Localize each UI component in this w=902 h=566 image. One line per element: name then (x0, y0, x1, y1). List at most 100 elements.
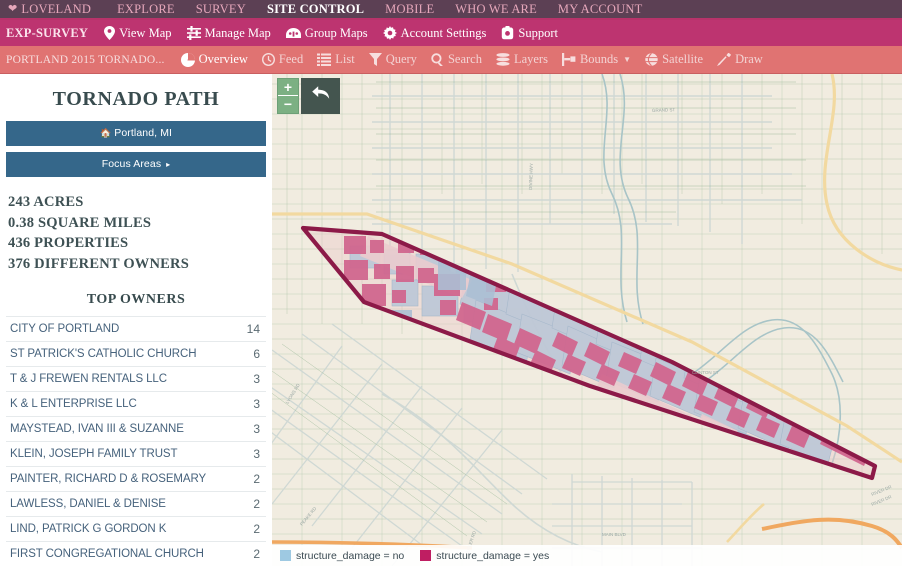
owner-row[interactable]: MAYSTEAD, IVAN III & SUZANNE 3 (6, 416, 266, 441)
tool-draw[interactable]: Draw (717, 52, 763, 67)
tool-satellite[interactable]: Satellite (645, 52, 703, 67)
subnav-item-support[interactable]: Support (501, 26, 558, 41)
nav-brand-label: LOVELAND (21, 1, 92, 16)
nav-item-site-control[interactable]: SITE CONTROL (267, 2, 364, 17)
tool-feed[interactable]: Feed (261, 52, 304, 67)
tool-bounds[interactable]: Bounds ▼ (561, 52, 632, 67)
tool-label: List (335, 52, 355, 66)
nav-item-my-account[interactable]: MY ACCOUNT (558, 2, 643, 17)
undo-arrow-icon (311, 85, 331, 107)
owner-row[interactable]: PAINTER, RICHARD D & ROSEMARY 2 (6, 466, 266, 491)
globe-icon (645, 53, 658, 66)
subnav-item-group-maps[interactable]: Group Maps (285, 26, 368, 41)
legend-label: structure_damage = no (296, 549, 405, 562)
zoom-out-button[interactable]: − (278, 96, 298, 113)
main-content: TORNADO PATH 🏠 Portland, MI Focus Areas ▸ … (0, 74, 902, 566)
svg-text:CLINTON ST: CLINTON ST (692, 370, 719, 375)
tool-label: Feed (278, 52, 304, 66)
owner-row[interactable]: KLEIN, JOSEPH FAMILY TRUST 3 (6, 441, 266, 466)
owner-name: LIND, PATRICK G GORDON K (10, 523, 167, 535)
subnav-label: Account Settings (400, 25, 487, 40)
subnav-project-label: EXP-SURVEY (6, 25, 89, 40)
tool-label: Search (447, 52, 482, 66)
owner-count: 2 (253, 497, 260, 511)
stat-acres: 243 ACRES (8, 194, 84, 210)
pie-chart-icon (180, 52, 195, 67)
stat-owners: 376 DIFFERENT OWNERS (8, 255, 189, 272)
focus-areas-label: Focus Areas (101, 158, 162, 170)
top-navigation-bar: ❤ LOVELAND EXPLORE SURVEY SITE CONTROL M… (0, 0, 902, 20)
location-button[interactable]: 🏠 Portland, MI (6, 121, 266, 146)
legend-swatch-no (280, 550, 291, 561)
subnav-item-account-settings[interactable]: Account Settings (382, 25, 487, 41)
owner-count: 2 (253, 472, 260, 486)
owner-name: T & J FREWEN RENTALS LLC (10, 373, 167, 385)
svg-text:MAIN BLVD: MAIN BLVD (602, 532, 627, 537)
overview-sidebar: TORNADO PATH 🏠 Portland, MI Focus Areas ▸ … (0, 74, 272, 566)
pencil-icon (717, 53, 731, 66)
owner-row[interactable]: LIND, PATRICK G GORDON K 2 (6, 516, 266, 541)
owner-count: 14 (246, 322, 260, 336)
layers-icon (496, 53, 510, 66)
tool-query[interactable]: Query (368, 52, 417, 67)
owner-row[interactable]: LAWLESS, DANIEL & DENISE 2 (6, 491, 266, 516)
tool-layers[interactable]: Layers (496, 52, 548, 67)
page-title: TORNADO PATH (52, 88, 220, 110)
svg-text:GRAND ST: GRAND ST (652, 107, 676, 113)
stats-block: 243 ACRES 0.38 SQUARE MILES 436 PROPERTI… (6, 183, 266, 274)
map-back-button[interactable] (301, 78, 340, 114)
owner-count: 2 (253, 522, 260, 536)
owner-row[interactable]: K & L ENTERPRISE LLC 3 (6, 391, 266, 416)
top-owners-heading: TOP OWNERS (86, 292, 186, 307)
tool-label: Layers (513, 52, 548, 66)
sliders-icon (186, 26, 201, 40)
subnav-item-view-map[interactable]: View Map (104, 25, 172, 41)
map-pin-icon (104, 26, 116, 40)
svg-text:DIVINE HWY: DIVINE HWY (528, 163, 534, 190)
owner-count: 3 (253, 447, 260, 461)
lifebuoy-icon (501, 26, 514, 40)
clock-icon (261, 53, 275, 66)
top-owners-list: CITY OF PORTLAND 14 ST PATRICK'S CATHOLIC … (6, 316, 266, 566)
zoom-in-button[interactable]: + (278, 79, 298, 96)
owner-row[interactable]: ST PATRICK'S CATHOLIC CHURCH 6 (6, 341, 266, 366)
focus-areas-button[interactable]: Focus Areas ▸ (6, 152, 266, 177)
stat-square-miles: 0.38 SQUARE MILES (8, 214, 152, 231)
owner-row[interactable]: FIRST CONGREGATIONAL CHURCH 2 (6, 541, 266, 566)
owner-name: LAWLESS, DANIEL & DENISE (10, 498, 166, 510)
subnav-item-manage-map[interactable]: Manage Map (186, 25, 271, 41)
tool-overview[interactable]: Overview (180, 52, 248, 67)
nav-brand-loveland[interactable]: ❤ LOVELAND (8, 2, 91, 17)
tool-label: Overview (198, 52, 248, 66)
chevron-down-icon: ▼ (623, 55, 632, 64)
nav-item-mobile[interactable]: MOBILE (385, 2, 434, 17)
tool-label: Satellite (662, 52, 704, 66)
nav-item-explore[interactable]: EXPLORE (117, 2, 175, 17)
home-icon: 🏠 (99, 128, 112, 138)
group-maps-icon (285, 27, 301, 40)
legend-swatch-yes (420, 550, 432, 561)
nav-item-survey[interactable]: SURVEY (196, 2, 246, 17)
gear-icon (382, 26, 397, 40)
nav-item-who-we-are[interactable]: WHO WE ARE (455, 2, 537, 17)
owner-count: 3 (253, 422, 260, 436)
owner-name: MAYSTEAD, IVAN III & SUZANNE (10, 423, 184, 435)
list-icon (317, 53, 332, 66)
subnav-label: View Map (119, 25, 172, 40)
stat-properties: 436 PROPERTIES (8, 235, 129, 251)
owner-row[interactable]: T & J FREWEN RENTALS LLC 3 (6, 366, 266, 391)
map-zoom-control[interactable]: + − (277, 78, 299, 114)
map-canvas[interactable]: GRAND ST DIVINE HWY LYONS RD RIVER DR RI… (272, 74, 902, 566)
subnav-label: Manage Map (204, 25, 271, 40)
map-graphics: GRAND ST DIVINE HWY LYONS RD RIVER DR RI… (272, 74, 902, 566)
legend-label: structure_damage = yes (436, 549, 550, 562)
owner-row[interactable]: CITY OF PORTLAND 14 (6, 316, 266, 341)
owner-count: 6 (253, 347, 260, 361)
heart-icon: ❤ (8, 2, 18, 15)
tool-search[interactable]: Search (431, 52, 482, 67)
tool-list[interactable]: List (317, 52, 355, 67)
owner-name: ST PATRICK'S CATHOLIC CHURCH (10, 348, 197, 360)
owner-count: 3 (253, 372, 260, 386)
owner-name: CITY OF PORTLAND (10, 323, 120, 335)
owner-count: 2 (253, 547, 260, 561)
